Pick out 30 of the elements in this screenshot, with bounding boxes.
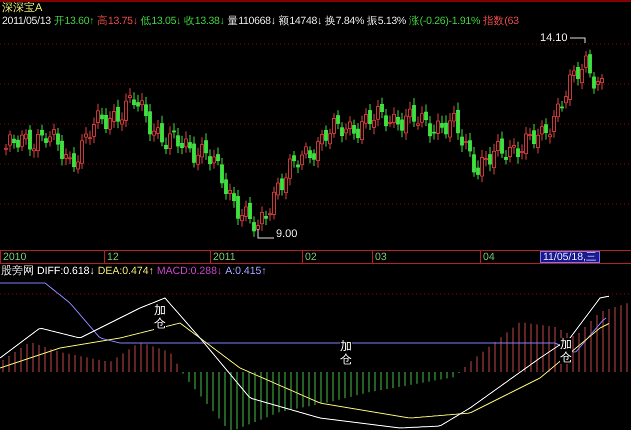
axis-tick-label: 03 [372,251,480,263]
axis-tick-label: 2011 [210,251,302,263]
security-name: 深深宝A [2,2,42,15]
cursor-date-label: 11/05/18,三 [540,251,600,263]
quote-item: 开13.60↑ [54,15,94,28]
indicator-value: A:0.415↑ [225,264,267,278]
high-price-label: 14.10 [540,32,568,45]
indicator-value: DIFF:0.618↓ [37,264,95,278]
quote-item: 涨(-0.26)-1.91% [408,15,480,28]
quote-item: 指数(63 [482,15,519,28]
quote-item: 振5.13% [367,15,406,28]
axis-tick-label: 02 [302,251,372,263]
marker-label: 加仓 [154,304,166,330]
low-price-label: 9.00 [276,228,298,241]
quote-item: 收13.38↓ [184,15,225,28]
quote-item: 高13.75↓ [97,15,138,28]
quote-item: 换7.84% [325,15,364,28]
quote-item: 低13.05↓ [140,15,182,28]
indicator-value: MACD:0.288↓ [156,264,222,278]
marker-label: 加仓 [560,338,572,364]
quote-item: 量110668↓ [228,15,276,28]
axis-tick-label: 12 [104,251,210,263]
leader-line [256,229,274,241]
indicator-name: 股旁网 [1,264,34,278]
axis-tick-label: 2010 [0,251,104,263]
quote-item: 额14748↓ [278,15,322,28]
marker-label: 加仓 [340,340,352,366]
indicator-value: DEA:0.474↑ [98,264,154,278]
leader-line [570,34,588,42]
quote-item: 2011/05/13 [2,15,51,28]
